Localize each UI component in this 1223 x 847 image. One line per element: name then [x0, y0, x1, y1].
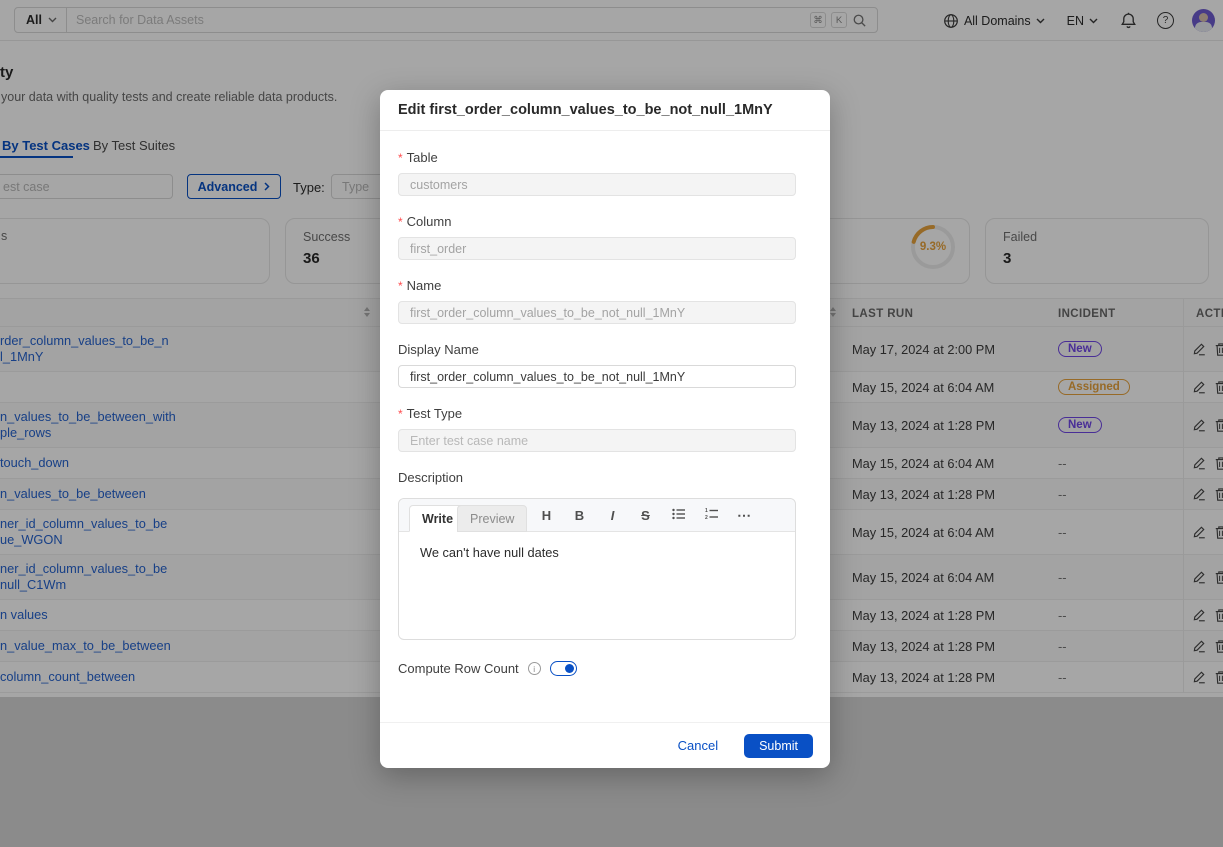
- cancel-button[interactable]: Cancel: [678, 738, 718, 753]
- compute-row-count-toggle[interactable]: [550, 661, 577, 676]
- column-field-label: *Column: [398, 214, 451, 229]
- table-field-input: customers: [398, 173, 796, 196]
- editor-tab-preview[interactable]: Preview: [457, 505, 527, 532]
- info-icon[interactable]: i: [528, 662, 541, 675]
- submit-button[interactable]: Submit: [744, 734, 813, 758]
- column-field-input: first_order: [398, 237, 796, 260]
- svg-text:1: 1: [705, 508, 708, 514]
- more-icon[interactable]: ⋯: [737, 507, 752, 524]
- numbered-list-icon[interactable]: 12: [704, 508, 719, 523]
- modal-footer: Cancel Submit: [380, 722, 830, 768]
- table-field-label: *Table: [398, 150, 438, 165]
- bullet-list-icon[interactable]: [671, 508, 686, 523]
- description-editor: Write Preview H B I S 12 ⋯ We can't have…: [398, 498, 796, 640]
- display-name-field-input[interactable]: first_order_column_values_to_be_not_null…: [398, 365, 796, 388]
- edit-test-case-modal: Edit first_order_column_values_to_be_not…: [380, 90, 830, 768]
- strikethrough-icon[interactable]: S: [638, 508, 653, 523]
- required-asterisk: *: [398, 151, 403, 165]
- test-type-field-input: Enter test case name: [398, 429, 796, 452]
- required-asterisk: *: [398, 407, 403, 421]
- italic-icon[interactable]: I: [605, 508, 620, 523]
- required-asterisk: *: [398, 215, 403, 229]
- description-textarea[interactable]: We can't have null dates: [399, 532, 795, 560]
- editor-toolbar: Write Preview H B I S 12 ⋯: [399, 499, 795, 532]
- app-window: All Search for Data Assets ⌘ K All Domai…: [0, 0, 1223, 847]
- svg-text:2: 2: [705, 515, 708, 520]
- modal-title: Edit first_order_column_values_to_be_not…: [380, 90, 830, 131]
- name-field-label: *Name: [398, 278, 441, 293]
- compute-row-count-label: Compute Row Count: [398, 661, 519, 676]
- heading-icon[interactable]: H: [539, 508, 554, 523]
- bold-icon[interactable]: B: [572, 508, 587, 523]
- name-field-input: first_order_column_values_to_be_not_null…: [398, 301, 796, 324]
- description-field-label: Description: [398, 470, 463, 485]
- display-name-field-label: Display Name: [398, 342, 479, 357]
- required-asterisk: *: [398, 279, 403, 293]
- test-type-field-label: *Test Type: [398, 406, 462, 421]
